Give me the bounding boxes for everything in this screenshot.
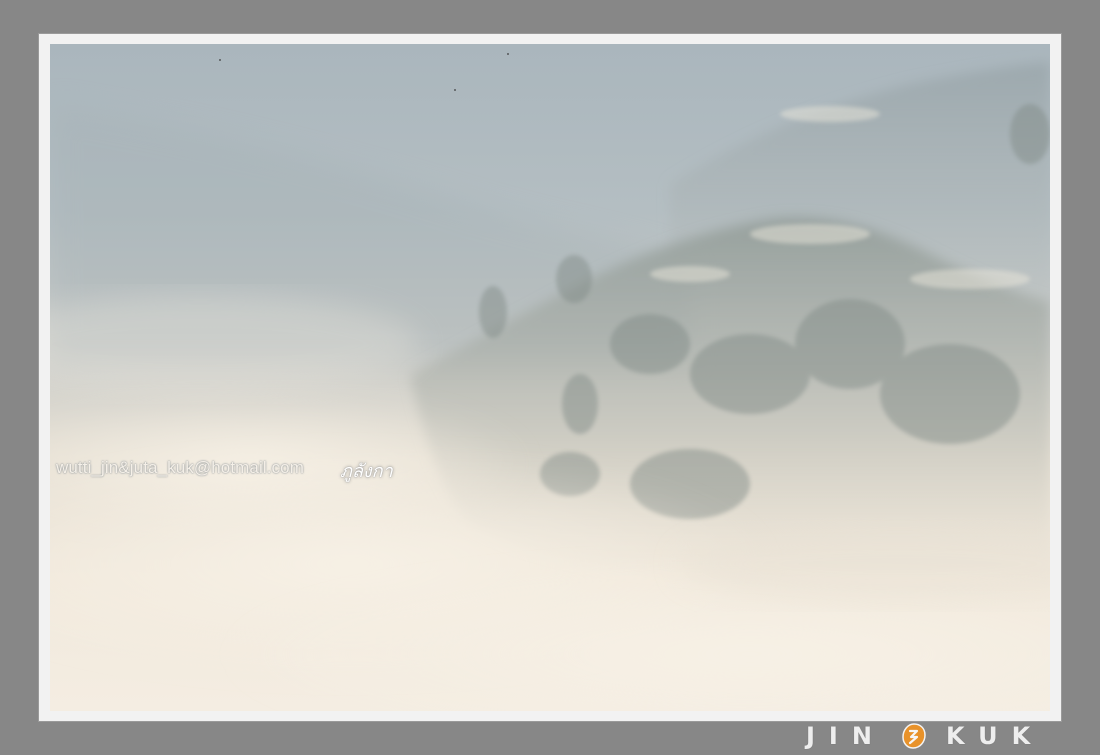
jin-kuk-logo: JIN KUK	[806, 722, 1056, 750]
watermark-place-name: ภูลังกา	[340, 461, 393, 482]
landscape-photo	[50, 44, 1050, 711]
misty-hills-illustration	[50, 53, 1050, 711]
logo-left-word: JIN	[806, 722, 886, 750]
logo-mark-icon	[900, 722, 928, 750]
logo-right-word: KUK	[945, 722, 1045, 750]
watermark-email: wutti_jin&juta_kuk@hotmail.com	[56, 458, 304, 477]
